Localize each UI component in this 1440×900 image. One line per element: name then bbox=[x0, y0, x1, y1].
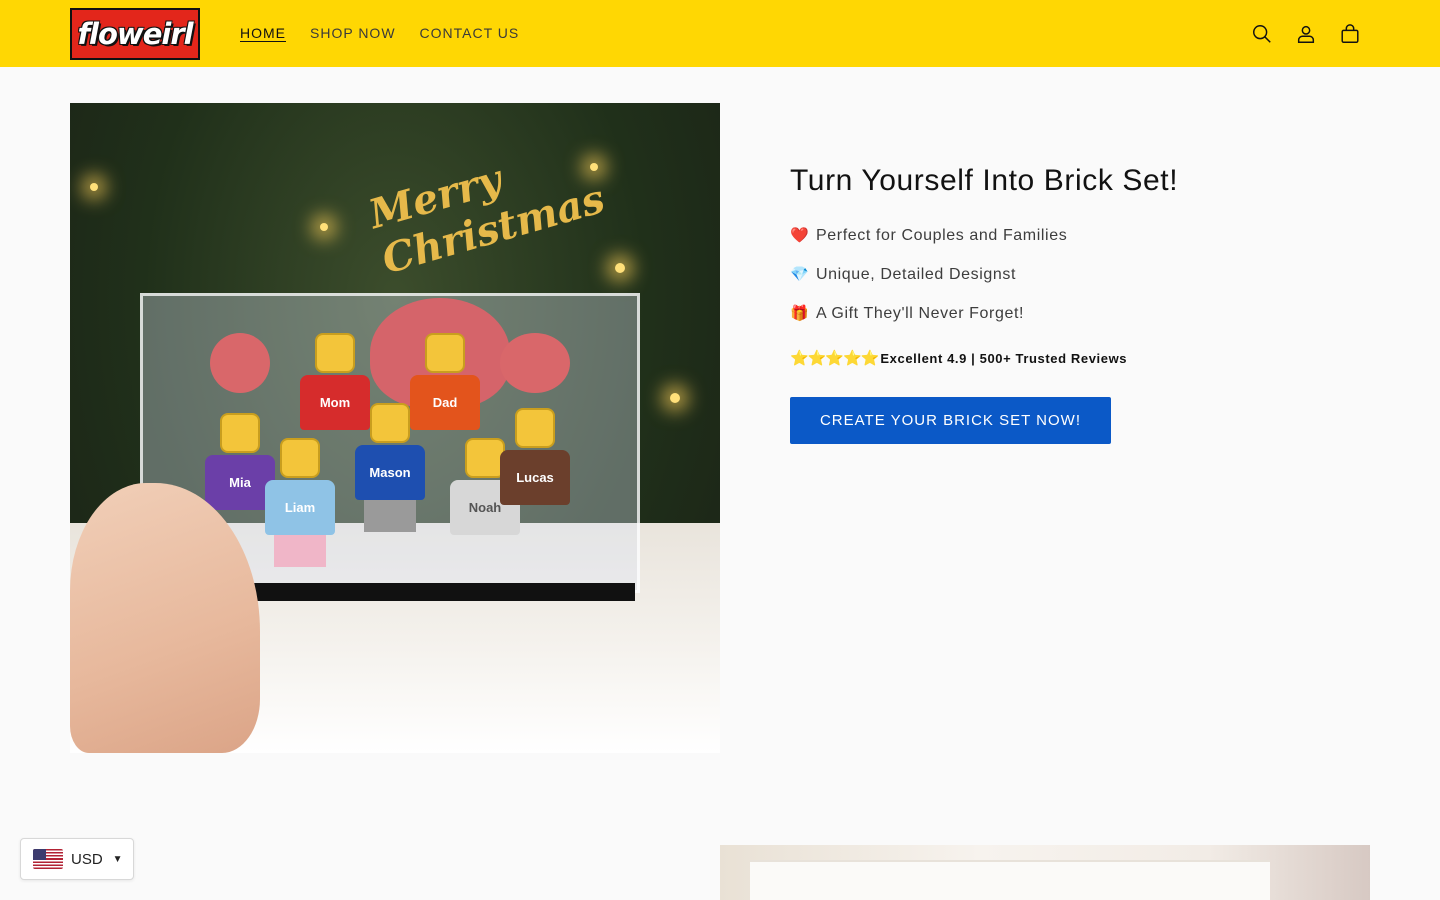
star-rating-icon: ⭐⭐⭐⭐⭐ bbox=[790, 350, 879, 367]
brand-logo[interactable]: floweirl bbox=[70, 8, 200, 60]
main-nav: HOME SHOP NOW CONTACT US bbox=[240, 24, 519, 42]
gift-icon: 🎁 bbox=[790, 305, 810, 322]
minifigure-head bbox=[315, 333, 355, 373]
header-actions bbox=[1248, 20, 1364, 48]
feature-bullet: 🎁 A Gift They'll Never Forget! bbox=[790, 304, 1024, 323]
nav-contact-us-link[interactable]: CONTACT US bbox=[420, 24, 520, 42]
tree-light bbox=[90, 183, 98, 191]
minifigure-legs bbox=[274, 535, 326, 567]
minifigure-mason: Mason bbox=[355, 403, 425, 532]
minifigure-legs bbox=[364, 500, 416, 532]
minifigure-label: Mason bbox=[355, 445, 425, 500]
secondary-product-image bbox=[720, 845, 1370, 900]
hero-product-image: Merry Christmas Mom Dad Mia Liam Mason N… bbox=[70, 103, 720, 753]
minifigure-label: Lucas bbox=[500, 450, 570, 505]
search-icon[interactable] bbox=[1248, 20, 1276, 48]
account-icon[interactable] bbox=[1292, 20, 1320, 48]
chevron-down-icon: ▼ bbox=[112, 853, 123, 865]
currency-code: USD bbox=[71, 850, 103, 868]
feature-text: Unique, Detailed Designst bbox=[816, 266, 1016, 283]
image-panel bbox=[750, 860, 1270, 900]
site-header: floweirl HOME SHOP NOW CONTACT US bbox=[0, 0, 1440, 67]
tree-light bbox=[320, 223, 328, 231]
minifigure-head bbox=[370, 403, 410, 443]
us-flag-icon bbox=[33, 849, 63, 869]
tree-light bbox=[670, 393, 680, 403]
create-brick-set-button[interactable]: CREATE YOUR BRICK SET NOW! bbox=[790, 397, 1111, 444]
minifigure-label: Liam bbox=[265, 480, 335, 535]
minifigure-head bbox=[425, 333, 465, 373]
nav-home-link[interactable]: HOME bbox=[240, 24, 286, 42]
minifigure-head bbox=[220, 413, 260, 453]
feature-bullet: ❤️ Perfect for Couples and Families bbox=[790, 226, 1067, 245]
feature-text: A Gift They'll Never Forget! bbox=[816, 305, 1025, 322]
minifigure-head bbox=[280, 438, 320, 478]
minifigure-liam: Liam bbox=[265, 438, 335, 567]
merry-christmas-ornament: Merry Christmas bbox=[363, 155, 610, 284]
rating-summary: ⭐⭐⭐⭐⭐ Excellent 4.9 | 500+ Trusted Revie… bbox=[790, 349, 1127, 367]
feature-text: Perfect for Couples and Families bbox=[816, 227, 1068, 244]
rating-text: Excellent 4.9 | 500+ Trusted Reviews bbox=[880, 350, 1128, 366]
nav-shop-now-link[interactable]: SHOP NOW bbox=[310, 24, 396, 42]
hero-title: Turn Yourself Into Brick Set! bbox=[790, 164, 1179, 197]
heart-icon: ❤️ bbox=[790, 227, 810, 244]
currency-selector[interactable]: USD ▼ bbox=[20, 838, 134, 880]
logo-text: floweirl bbox=[77, 17, 193, 51]
minifigure-head bbox=[465, 438, 505, 478]
minifigure-head bbox=[515, 408, 555, 448]
tree-light bbox=[615, 263, 625, 273]
cart-icon[interactable] bbox=[1336, 20, 1364, 48]
feature-bullet: 💎 Unique, Detailed Designst bbox=[790, 265, 1016, 284]
minifigure-lucas: Lucas bbox=[500, 408, 570, 505]
gem-icon: 💎 bbox=[790, 266, 810, 283]
